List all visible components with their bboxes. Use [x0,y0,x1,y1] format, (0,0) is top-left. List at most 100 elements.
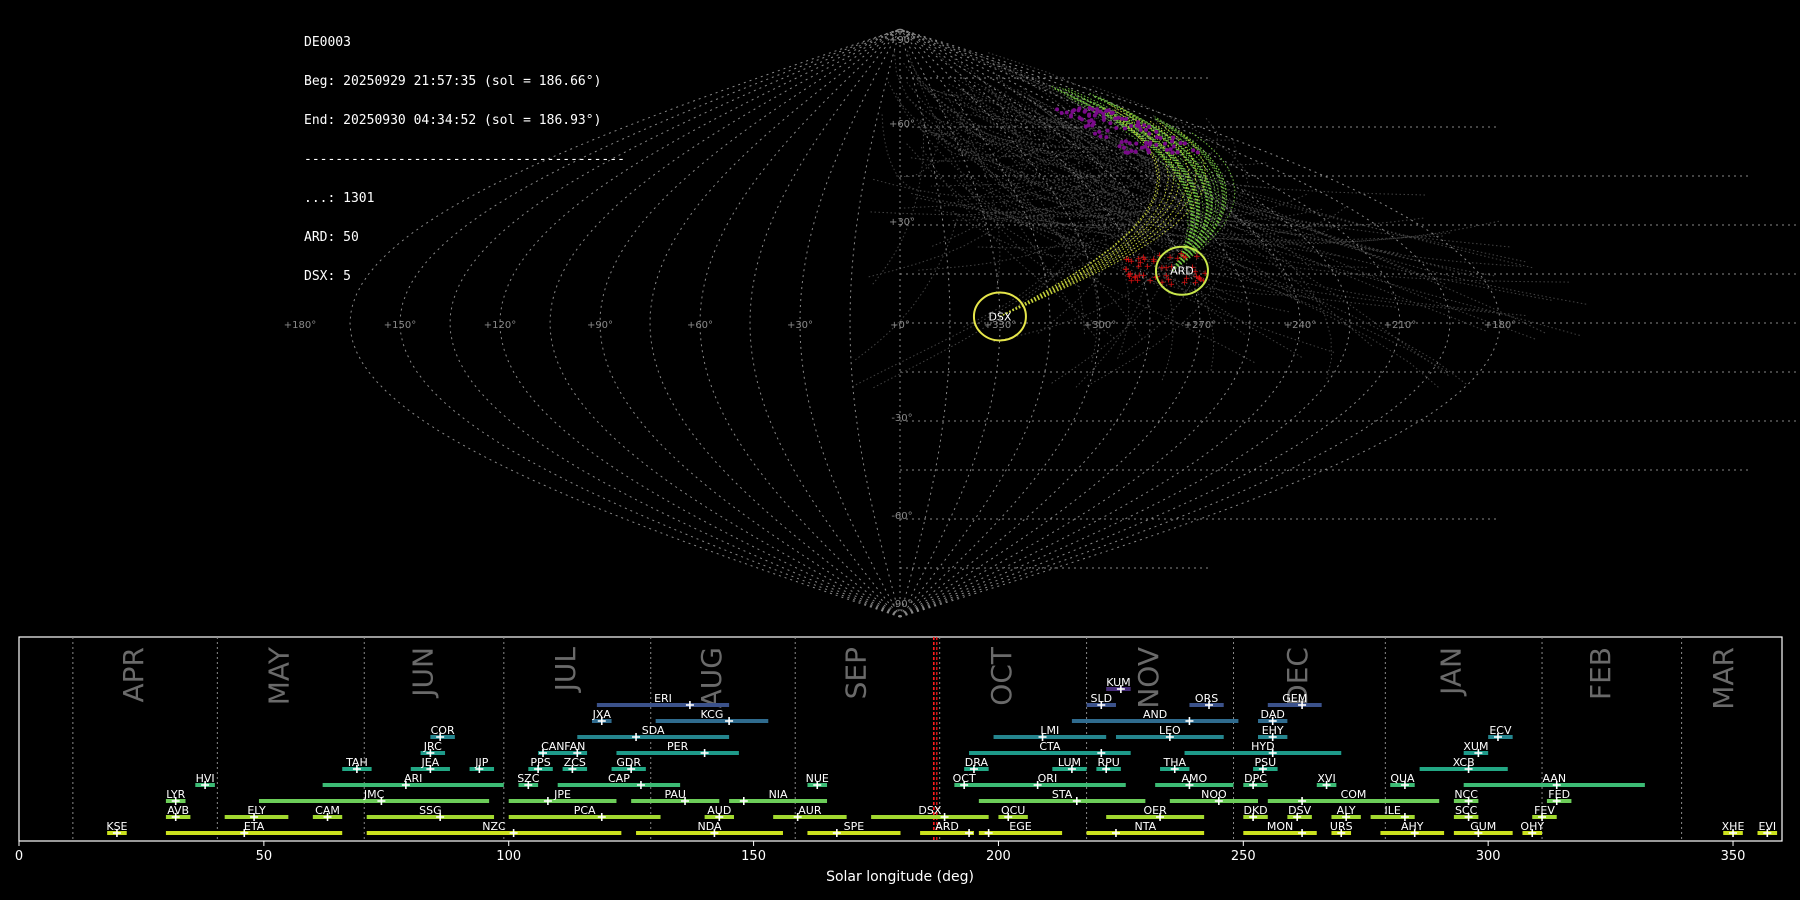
radiant-marker: + [1177,249,1185,259]
sporadic-track [1214,221,1449,376]
shower-label: NDA [697,820,722,833]
x-axis: 0 50 100 150 200 250 300 350 [15,841,1745,864]
x-tick-label: 50 [256,849,273,864]
cluster-point [1119,140,1124,145]
shower-label: AMO [1181,772,1207,785]
sporadic-track [854,214,959,361]
lat-tick-label: -60° [891,511,912,522]
month-label: APR [117,647,150,703]
cluster-point [1055,107,1060,112]
cluster-point [1109,111,1114,116]
shower-label: SCC [1455,804,1478,817]
cluster-point [1154,135,1159,140]
x-tick-label: 100 [496,849,521,864]
cluster-point [1171,144,1176,149]
cluster-point [1162,141,1167,146]
sporadic-track [983,85,1107,262]
shower-label: SSG [419,804,442,817]
x-tick-label: 200 [986,849,1011,864]
shower-label: SLD [1090,692,1112,705]
shower-label: NOO [1201,788,1227,801]
cluster-point [1154,129,1159,134]
cluster-point [1164,148,1169,153]
x-tick-label: 300 [1476,849,1501,864]
shower-code-label: DSX [988,310,1011,323]
shower-label: AUD [707,804,731,817]
cluster-point [1146,150,1151,155]
cluster-point [1093,131,1098,136]
cluster-point [1091,122,1096,127]
shower-label: STA [1052,788,1073,801]
lon-tick-label: +270° [1184,320,1216,331]
radiant-marker: + [1123,255,1131,265]
radiant-marker: + [1196,273,1204,283]
lat-tick-label: +60° [889,119,915,130]
cluster-point [1068,114,1073,119]
shower-label: CTA [1039,740,1061,753]
radiant-marker: + [1168,280,1176,290]
shower-label: XUM [1463,740,1488,753]
shower-label: CAM [315,804,340,817]
shower-label: EHY [1262,724,1284,737]
shower-label: ORS [1195,692,1218,705]
shower-label: EGE [1009,820,1031,833]
lon-tick-label: +240° [1284,320,1316,331]
cluster-point [1134,141,1139,146]
radiant-marker: + [1141,255,1149,265]
cluster-point [1123,139,1128,144]
cluster-point [1083,124,1088,129]
cluster-point [1129,124,1134,129]
shower-label: OER [1144,804,1168,817]
shower-label: LUM [1058,756,1081,769]
lon-tick-label: +0° [890,320,910,331]
shower-bars: KSE ETA NZC NDA SPE ARD EGE NTA MON URS AHY GUM OHY X… [106,676,1778,837]
cluster-point [1143,144,1148,149]
shower-label: AND [1143,708,1167,721]
cluster-point [1070,109,1075,114]
shower-label: JRC [423,740,442,753]
cluster-point [1120,116,1125,121]
shower-label: NZC [482,820,506,833]
count-dsx: DSX: 5 [304,269,351,284]
begin-time: Beg: 20250929 21:57:35 (sol = 186.66°) [304,74,602,89]
shower-label: OCU [1001,804,1025,817]
shower-label: FED [1548,788,1570,801]
shower-label: AAN [1542,772,1566,785]
sporadic-track [964,49,1123,192]
month-label: AUG [695,647,728,708]
shower-label: SZC [517,772,540,785]
cluster-point [1116,115,1121,120]
radiant-marker: + [1134,276,1142,286]
shower-label: JEA [420,756,439,769]
cluster-point [1064,110,1069,115]
shower-label: XVI [1317,772,1335,785]
shower-label: RPU [1097,756,1119,769]
shower-label: HYD [1251,740,1274,753]
cluster-point [1170,150,1175,155]
shower-label: DRA [965,756,989,769]
cluster-point [1117,144,1122,149]
shower-label: NCC [1454,788,1478,801]
shower-label: ELY [247,804,266,817]
cluster-point [1182,141,1187,146]
shower-label: JXA [592,708,612,721]
cluster-point [1191,148,1196,153]
sporadic-track [942,89,1001,293]
month-label: JUL [549,647,582,694]
cluster-point [1129,148,1134,153]
shower-label: HVI [196,772,215,785]
shower-label: PPS [530,756,550,769]
shower-track [1087,92,1213,272]
cluster-point [1122,145,1127,150]
cluster-point [1087,113,1092,118]
lon-tick-label: +210° [1384,320,1416,331]
shower-track [1066,96,1189,271]
shower-label: COM [1341,788,1367,801]
shower-timeline: APR MAY JUN JUL AUG SEP OCT NOV DEC JAN FEB MAR KSE… [15,636,1783,885]
x-tick-label: 150 [741,849,766,864]
shower-label: KSE [106,820,127,833]
shower-label: GUM [1470,820,1496,833]
shower-label: KUM [1106,676,1130,689]
cluster-point [1171,135,1176,140]
meridian-line [799,28,901,618]
